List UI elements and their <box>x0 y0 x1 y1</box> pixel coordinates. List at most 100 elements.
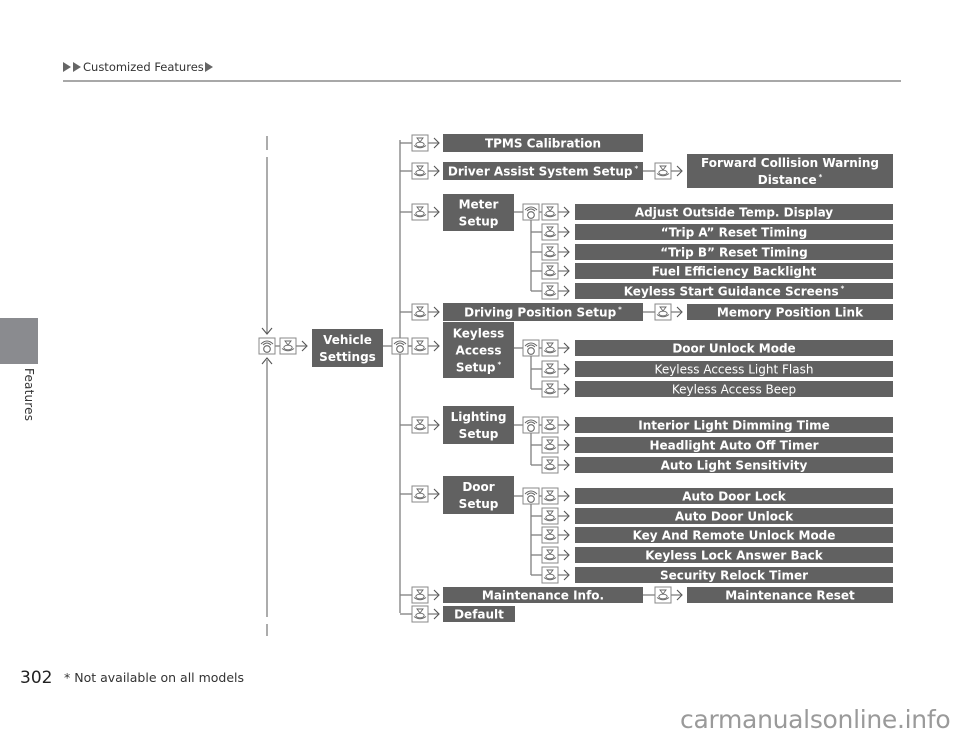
lighting-setup-item-1[interactable]: Interior Light Dimming Time <box>575 417 893 433</box>
meter-setup-item-1[interactable]: Adjust Outside Temp. Display <box>575 204 893 220</box>
selector-knob-rotate-icon <box>522 203 540 221</box>
driving-position-setup-button-label: Driving Position Setup * <box>464 306 622 320</box>
meter-setup-item-3-label: “Trip B” Reset Timing <box>660 246 807 260</box>
meter-setup-button-label: Setup <box>459 215 499 229</box>
keyless-access-item-2-label: Keyless Access Light Flash <box>655 363 814 377</box>
meter-setup-item-4[interactable]: Fuel Efficiency Backlight <box>575 263 893 279</box>
meter-setup-item-3[interactable]: “Trip B” Reset Timing <box>575 244 893 260</box>
lighting-setup-item-2-label: Headlight Auto Off Timer <box>649 439 818 453</box>
selector-knob-press-icon <box>541 456 559 474</box>
keyless-access-item-1[interactable]: Door Unlock Mode <box>575 340 893 356</box>
meter-setup-button[interactable]: Meter Setup <box>443 194 514 231</box>
door-setup-item-3-label: Key And Remote Unlock Mode <box>633 529 836 543</box>
selector-knob-press-icon <box>541 380 559 398</box>
selector-knob-press-icon <box>541 360 559 378</box>
selector-knob-press-icon <box>541 436 559 454</box>
keyless-access-setup-button-label: Access <box>456 344 502 358</box>
selector-knob-press-icon <box>541 416 559 434</box>
driving-position-setup-button[interactable]: Driving Position Setup * <box>443 303 643 321</box>
lighting-setup-button[interactable]: Lighting Setup <box>443 406 514 444</box>
selector-knob-rotate-icon <box>522 487 540 505</box>
lighting-setup-item-3[interactable]: Auto Light Sensitivity <box>575 457 893 473</box>
selector-knob-press-icon <box>541 546 559 564</box>
maintenance-reset-button-label: Maintenance Reset <box>725 589 855 603</box>
door-setup-button[interactable]: Door Setup <box>443 476 514 514</box>
vehicle-settings-box[interactable]: Vehicle Settings <box>312 329 383 367</box>
selector-knob-rotate-icon <box>522 416 540 434</box>
door-setup-item-1[interactable]: Auto Door Lock <box>575 488 893 504</box>
default-button[interactable]: Default <box>443 606 515 622</box>
forward-collision-warning-button-label: Forward Collision Warning <box>701 156 879 170</box>
settings-menu-tree: Vehicle Settings TPMS Calibration Driver As… <box>258 134 893 636</box>
memory-position-link-button[interactable]: Memory Position Link <box>687 304 893 320</box>
door-setup-item-2-label: Auto Door Unlock <box>675 510 794 524</box>
selector-knob-press-icon <box>411 134 429 152</box>
selector-knob-press-icon <box>541 282 559 300</box>
asterisk-mark: * <box>634 165 638 173</box>
selector-knob-press-icon <box>279 337 297 355</box>
selector-knob-rotate-icon <box>391 337 409 355</box>
selector-knob-press-icon <box>654 162 672 180</box>
door-setup-button-label: Door <box>462 480 494 494</box>
tpms-calibration-button-label: TPMS Calibration <box>485 137 601 151</box>
door-setup-item-4[interactable]: Keyless Lock Answer Back <box>575 547 893 563</box>
lighting-setup-item-3-label: Auto Light Sensitivity <box>661 459 808 473</box>
maintenance-info-button[interactable]: Maintenance Info. <box>443 587 643 603</box>
selector-knob-press-icon <box>541 262 559 280</box>
driver-assist-setup-button-label: Driver Assist System Setup * <box>448 165 639 179</box>
default-button-label: Default <box>454 608 504 622</box>
vehicle-settings-box-label: Settings <box>319 350 376 364</box>
door-setup-item-1-label: Auto Door Lock <box>682 490 787 504</box>
selector-knob-rotate-icon <box>522 339 540 357</box>
lighting-setup-item-2[interactable]: Headlight Auto Off Timer <box>575 437 893 453</box>
lighting-setup-item-1-label: Interior Light Dimming Time <box>638 419 830 433</box>
selector-knob-press-icon <box>541 339 559 357</box>
keyless-access-item-3[interactable]: Keyless Access Beep <box>575 381 893 397</box>
keyless-access-item-3-label: Keyless Access Beep <box>672 383 796 397</box>
door-setup-item-5-label: Security Relock Timer <box>660 569 808 583</box>
selector-knob-press-icon <box>654 303 672 321</box>
keyless-access-setup-button-label: Keyless <box>453 327 505 341</box>
lighting-setup-button-label: Lighting <box>451 410 507 424</box>
forward-collision-warning-button-label: Distance * <box>758 173 823 187</box>
memory-position-link-button-label: Memory Position Link <box>717 306 864 320</box>
selector-knob-press-icon <box>541 526 559 544</box>
selector-knob-press-icon <box>411 337 429 355</box>
selector-knob-press-icon <box>541 507 559 525</box>
lighting-setup-button-label: Setup <box>459 427 499 441</box>
keyless-access-setup-button-label: Setup * <box>456 361 502 375</box>
door-setup-button-label: Setup <box>459 497 499 511</box>
asterisk-mark: * <box>819 173 823 181</box>
selector-knob-press-icon <box>541 566 559 584</box>
selector-knob-press-icon <box>541 487 559 505</box>
meter-setup-item-2-label: “Trip A” Reset Timing <box>661 226 807 240</box>
meter-setup-item-1-label: Adjust Outside Temp. Display <box>635 206 833 220</box>
keyless-access-setup-button[interactable]: Keyless Access Setup * <box>443 322 514 378</box>
tpms-calibration-button[interactable]: TPMS Calibration <box>443 134 643 152</box>
selector-knob-press-icon <box>411 162 429 180</box>
keyless-access-item-1-label: Door Unlock Mode <box>672 342 795 356</box>
selector-knob-press-icon <box>541 243 559 261</box>
driver-assist-setup-button[interactable]: Driver Assist System Setup * <box>443 162 643 180</box>
keyless-access-item-2[interactable]: Keyless Access Light Flash <box>575 361 893 377</box>
maintenance-info-button-label: Maintenance Info. <box>482 589 604 603</box>
meter-setup-item-2[interactable]: “Trip A” Reset Timing <box>575 224 893 240</box>
selector-knob-press-icon <box>541 203 559 221</box>
selector-knob-press-icon <box>541 223 559 241</box>
forward-collision-warning-button[interactable]: Forward Collision Warning Distance * <box>687 154 893 188</box>
meter-setup-item-5-label: Keyless Start Guidance Screens * <box>624 285 845 299</box>
door-setup-item-3[interactable]: Key And Remote Unlock Mode <box>575 527 893 543</box>
door-setup-item-5[interactable]: Security Relock Timer <box>575 567 893 583</box>
vehicle-settings-box-label: Vehicle <box>323 333 372 347</box>
door-setup-item-4-label: Keyless Lock Answer Back <box>645 549 824 563</box>
asterisk-mark: * <box>618 306 622 314</box>
selector-knob-press-icon <box>411 416 429 434</box>
meter-setup-item-5[interactable]: Keyless Start Guidance Screens * <box>575 283 893 299</box>
asterisk-mark: * <box>497 361 501 369</box>
asterisk-mark: * <box>841 285 845 293</box>
maintenance-reset-button[interactable]: Maintenance Reset <box>687 587 893 603</box>
selector-knob-press-icon <box>411 303 429 321</box>
selector-knob-press-icon <box>411 586 429 604</box>
door-setup-item-2[interactable]: Auto Door Unlock <box>575 508 893 524</box>
selector-knob-press-icon <box>654 586 672 604</box>
